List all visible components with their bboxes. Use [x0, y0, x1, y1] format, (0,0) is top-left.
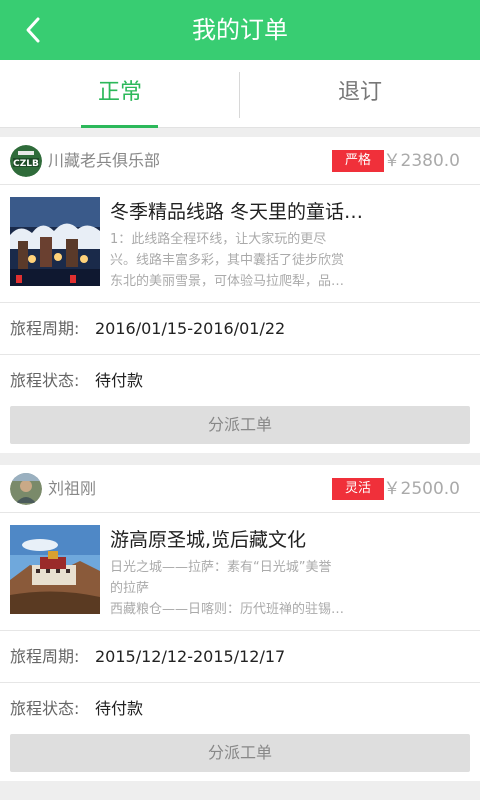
trip-period-row: 旅程周期: 2016/01/15-2016/01/22 — [0, 303, 480, 355]
order-tabs: 正常 退订 — [0, 60, 480, 128]
club-avatar: CZLB — [10, 145, 42, 177]
product-description: 日光之城——拉萨：素有“日光城”美誉 的拉萨 西藏粮仓——日喀则：历代班禅的驻锡… — [110, 557, 390, 620]
order-product[interactable]: 冬季精品线路 冬天里的童话… 1：此线路全程环线，让大家玩的更尽 兴。线路丰富多… — [0, 185, 480, 303]
trip-period-label: 旅程周期: — [10, 319, 80, 338]
product-thumbnail — [10, 525, 100, 614]
tab-refund[interactable]: 退订 — [240, 60, 480, 128]
product-description-line: 西藏粮仓——日喀则：历代班禅的驻锡… — [110, 602, 345, 617]
order-product[interactable]: 游高原圣城,览后藏文化 日光之城——拉萨：素有“日光城”美誉 的拉萨 西藏粮仓—… — [0, 513, 480, 631]
dispatch-work-order-button[interactable]: 分派工单 — [10, 406, 470, 444]
trip-status-value: 待付款 — [95, 699, 144, 718]
order-card[interactable]: 刘祖刚 灵活 ￥2500.0 游高原圣城,览后藏文化 日光之城——拉萨：素有“日… — [0, 465, 480, 781]
trip-period-row: 旅程周期: 2015/12/12-2015/12/17 — [0, 631, 480, 683]
policy-badge: 严格 — [332, 150, 384, 172]
order-card-header: 刘祖刚 灵活 ￥2500.0 — [0, 465, 480, 513]
trip-status-row: 旅程状态: 待付款 — [0, 355, 480, 407]
trip-status-label: 旅程状态: — [10, 371, 80, 390]
policy-badge: 灵活 — [332, 478, 384, 500]
user-avatar — [10, 473, 42, 505]
club-name: 川藏老兵俱乐部 — [48, 151, 161, 170]
tab-divider — [239, 72, 240, 118]
dispatch-work-order-button[interactable]: 分派工单 — [10, 734, 470, 772]
top-bar: 我的订单 — [0, 0, 480, 60]
trip-period-value: 2016/01/15-2016/01/22 — [95, 319, 286, 338]
trip-status-label: 旅程状态: — [10, 699, 80, 718]
product-description-line: 兴。线路丰富多彩，其中囊括了徒步欣赏 — [110, 253, 345, 268]
product-description: 1：此线路全程环线，让大家玩的更尽 兴。线路丰富多彩，其中囊括了徒步欣赏 东北的… — [110, 229, 390, 292]
order-price: ￥2500.0 — [383, 479, 460, 499]
tab-active-indicator — [81, 125, 158, 128]
product-description-line: 的拉萨 — [110, 581, 150, 596]
trip-period-label: 旅程周期: — [10, 647, 80, 666]
product-title: 冬季精品线路 冬天里的童话… — [110, 201, 364, 223]
trip-status-row: 旅程状态: 待付款 — [0, 683, 480, 735]
club-name: 刘祖刚 — [48, 479, 97, 498]
page-title: 我的订单 — [192, 16, 288, 44]
order-price: ￥2380.0 — [383, 151, 460, 171]
product-description-line: 东北的美丽雪景，可体验马拉爬犁，品… — [110, 274, 345, 289]
trip-period-value: 2015/12/12-2015/12/17 — [95, 647, 286, 666]
product-description-line: 1：此线路全程环线，让大家玩的更尽 — [110, 232, 327, 247]
trip-status-value: 待付款 — [95, 371, 144, 390]
order-card[interactable]: CZLB 川藏老兵俱乐部 严格 ￥2380.0 冬季精品线路 冬天里的童话… 1… — [0, 137, 480, 453]
product-thumbnail — [10, 197, 100, 286]
tab-normal[interactable]: 正常 — [0, 60, 240, 128]
svg-text:CZLB: CZLB — [13, 159, 39, 169]
product-title: 游高原圣城,览后藏文化 — [110, 529, 307, 551]
order-card-header: CZLB 川藏老兵俱乐部 严格 ￥2380.0 — [0, 137, 480, 185]
product-description-line: 日光之城——拉萨：素有“日光城”美誉 — [110, 560, 332, 575]
